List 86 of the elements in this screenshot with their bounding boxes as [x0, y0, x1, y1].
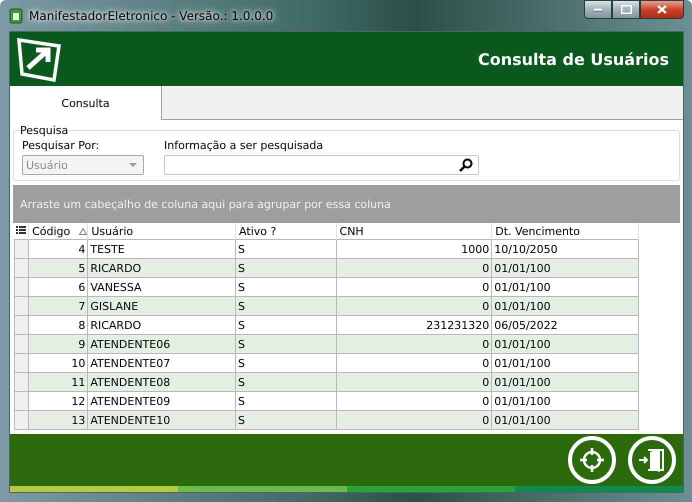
row-indicator[interactable] [14, 334, 29, 354]
table-cell: S [236, 410, 336, 430]
table-cell: S [236, 354, 336, 372]
table-cell: 01/01/100 [492, 372, 638, 392]
table-cell: 4 [28, 240, 88, 258]
table-cell: 12 [28, 392, 88, 410]
crosshair-icon [579, 447, 605, 473]
table-cell: TESTE [88, 240, 236, 258]
field-label: Informação a ser pesquisada [164, 139, 324, 152]
dropdown-arrow-icon [129, 163, 137, 167]
close-icon [657, 5, 667, 14]
tab[interactable]: Consulta [10, 86, 162, 120]
table-cell: 01/01/100 [492, 278, 638, 296]
column-header[interactable]: Código [28, 223, 88, 240]
column-header[interactable]: CNH [336, 223, 492, 240]
table-cell: ATENDENTE08 [88, 372, 236, 392]
row-indicator[interactable] [14, 258, 29, 278]
group-title: Pesquisa [20, 124, 68, 137]
table-cell: 0 [336, 334, 492, 354]
table-cell: 06/05/2022 [492, 316, 638, 334]
row-indicator[interactable] [14, 354, 29, 372]
table-cell: 1000 [336, 240, 492, 258]
table-cell: 7 [28, 296, 88, 316]
column-chooser-icon[interactable] [16, 226, 26, 234]
row-indicator[interactable] [14, 410, 29, 430]
table-cell: S [236, 240, 336, 258]
table-cell: 6 [28, 278, 88, 296]
table-cell: 01/01/100 [492, 258, 638, 278]
table-cell: 01/01/100 [492, 410, 638, 430]
maximize-icon [620, 5, 632, 14]
search-icon [459, 158, 473, 172]
table-cell: ATENDENTE09 [88, 392, 236, 410]
table-cell: GISLANE [88, 296, 236, 316]
table-cell: 8 [28, 316, 88, 334]
table-cell: 0 [336, 372, 492, 392]
table-cell: ATENDENTE10 [88, 410, 236, 430]
table-cell: ATENDENTE06 [88, 334, 236, 354]
table-cell: 10 [28, 354, 88, 372]
table-cell: S [236, 296, 336, 316]
field-label: Pesquisar Por: [22, 139, 100, 152]
table-cell: 10/10/2050 [492, 240, 638, 258]
table-cell: S [236, 372, 336, 392]
sort-ascending-icon [79, 228, 88, 234]
group-by-panel: Arraste um cabeçalho de coluna aqui para agrupar por essa coluna [13, 185, 680, 223]
table-cell: 01/01/100 [492, 334, 638, 354]
row-indicator[interactable] [14, 392, 29, 410]
close-button[interactable] [640, 0, 684, 19]
table-cell: 5 [28, 258, 88, 278]
table-cell: S [236, 334, 336, 354]
column-header[interactable]: Usuário [88, 223, 236, 240]
row-indicator[interactable] [14, 240, 29, 258]
table-cell: 0 [336, 278, 492, 296]
search-field[interactable] [164, 155, 479, 175]
table-cell: S [236, 392, 336, 410]
table-cell: VANESSA [88, 278, 236, 296]
maximize-button[interactable] [612, 0, 640, 19]
minimize-icon [593, 8, 603, 12]
app-icon [9, 8, 23, 24]
table-cell: S [236, 278, 336, 296]
table-cell: S [236, 316, 336, 334]
table-cell: 13 [28, 410, 88, 430]
table-cell: 0 [336, 296, 492, 316]
table-cell: 0 [336, 392, 492, 410]
table-cell: RICARDO [88, 258, 236, 278]
page-title: Consulta de Usuários [478, 50, 669, 68]
table-cell: RICARDO [88, 316, 236, 334]
table-cell: 0 [336, 410, 492, 430]
table-cell: 01/01/100 [492, 296, 638, 316]
table-cell: 0 [336, 258, 492, 278]
table-cell: 11 [28, 372, 88, 392]
table-cell: 01/01/100 [492, 392, 638, 410]
window-title: ManifestadorEletronico - Versão.: 1.0.0.0 [29, 8, 274, 22]
table-cell: 9 [28, 334, 88, 354]
table-cell: S [236, 258, 336, 278]
row-indicator[interactable] [14, 296, 29, 316]
table-cell: 231231320 [336, 316, 492, 334]
column-header[interactable]: Ativo ? [236, 223, 336, 240]
table-cell: 01/01/100 [492, 354, 638, 372]
table-cell: ATENDENTE07 [88, 354, 236, 372]
table-cell: 0 [336, 354, 492, 372]
exit-door-icon [638, 447, 666, 473]
minimize-button[interactable] [584, 0, 612, 19]
row-indicator[interactable] [14, 278, 29, 296]
column-header[interactable]: Dt. Vencimento [492, 223, 638, 240]
row-indicator[interactable] [14, 372, 29, 392]
row-indicator[interactable] [14, 316, 29, 334]
